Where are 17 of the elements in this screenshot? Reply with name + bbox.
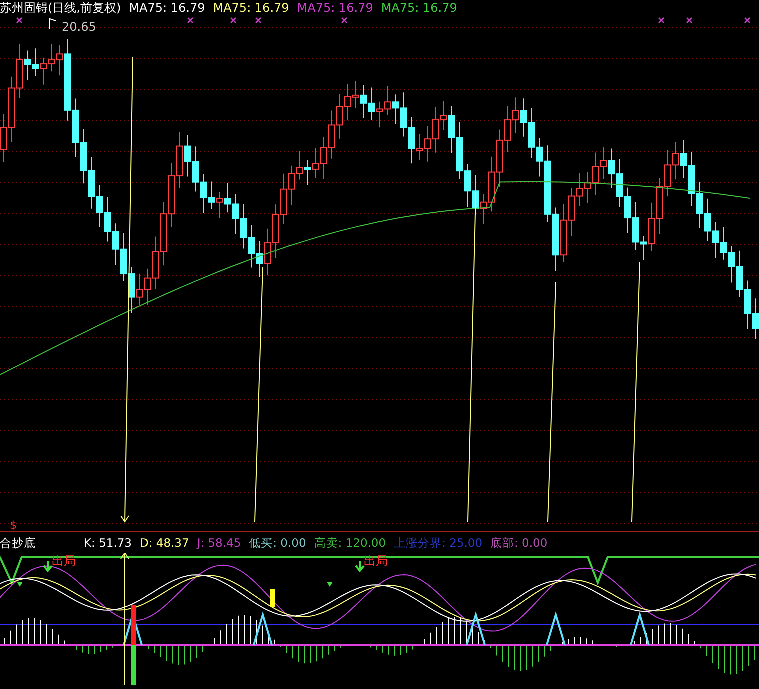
indicator-name: 合抄底	[0, 535, 36, 552]
ma-legend: MA75: 16.79	[213, 0, 290, 17]
exit-signal-label: 出局	[52, 554, 76, 568]
ma-legend: MA75: 16.79	[129, 0, 206, 17]
indicator-legend: 低买: 0.00	[249, 532, 306, 553]
indicator-legend: 高卖: 120.00	[314, 532, 386, 553]
indicator-legend: 上涨分界: 25.00	[394, 532, 483, 553]
ma-legend: MA75: 16.79	[381, 0, 458, 17]
chart-title: 苏州固锝(日线,前复权)	[0, 0, 122, 17]
indicator-legend: J: 58.45	[197, 532, 242, 553]
indicator-legend: D: 48.37	[140, 532, 190, 553]
signal-mark: $	[10, 519, 17, 531]
ma-legend: MA75: 16.79	[297, 0, 374, 17]
indicator-legend: 底部: 0.00	[490, 532, 548, 553]
exit-signal-label: 出局	[364, 554, 388, 568]
indicator-legend: K: 51.73	[84, 532, 132, 553]
high-price-label: 20.65	[62, 20, 96, 34]
